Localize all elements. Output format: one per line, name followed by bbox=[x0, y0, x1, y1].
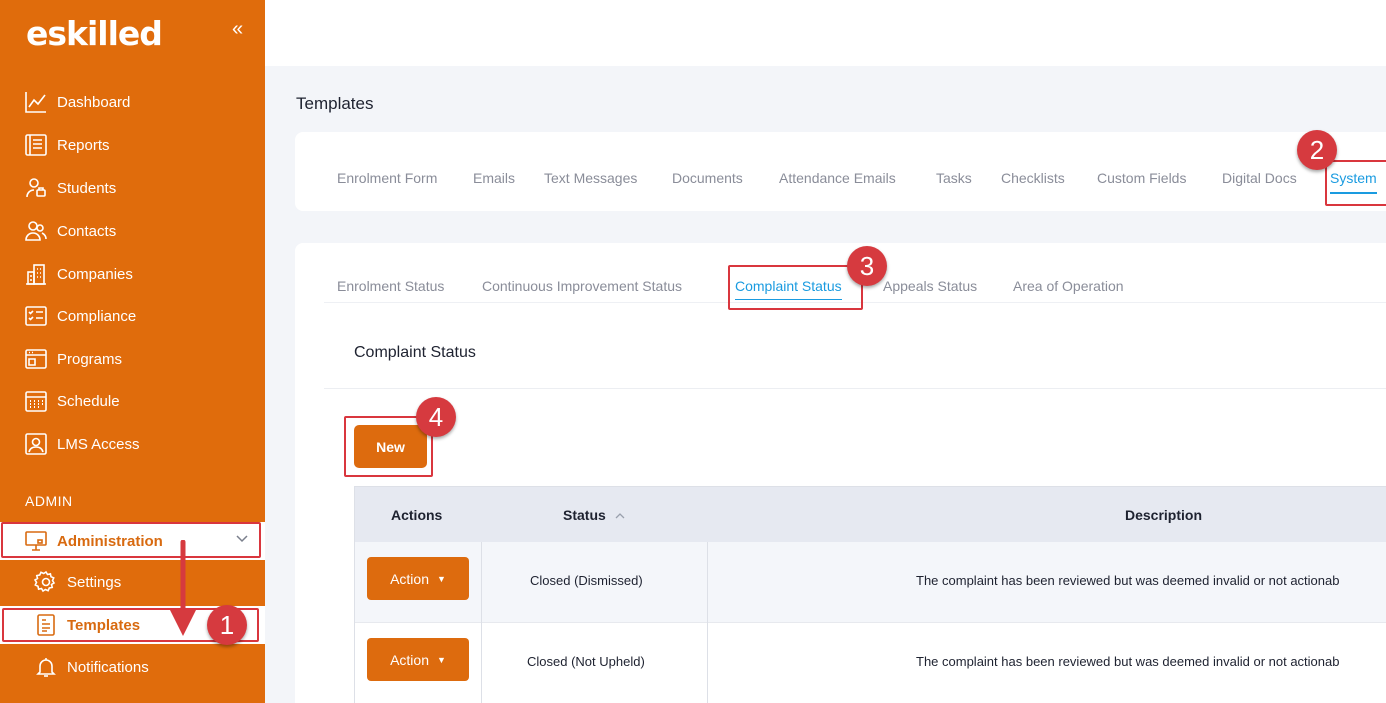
calendar-icon bbox=[25, 391, 47, 412]
column-header-actions: Actions bbox=[391, 507, 443, 523]
contacts-icon bbox=[25, 221, 47, 241]
top-bar bbox=[265, 0, 1386, 66]
sidebar-item-students[interactable]: Students bbox=[24, 173, 116, 203]
description-cell: The complaint has been reviewed but was … bbox=[916, 573, 1340, 588]
tab-custom-fields[interactable]: Custom Fields bbox=[1097, 170, 1186, 186]
report-icon bbox=[25, 134, 47, 156]
sidebar-item-programs[interactable]: Programs bbox=[24, 344, 122, 374]
table-header: Actions Status Description bbox=[355, 487, 1386, 542]
building-icon bbox=[26, 264, 46, 285]
status-cell: Closed (Dismissed) bbox=[530, 573, 643, 588]
tab-emails[interactable]: Emails bbox=[473, 170, 515, 186]
column-header-label: Status bbox=[563, 507, 606, 523]
sidebar-item-label: Notifications bbox=[67, 658, 149, 676]
subtab-appeals-status[interactable]: Appeals Status bbox=[883, 278, 977, 294]
user-screen-icon bbox=[25, 433, 47, 455]
sidebar-item-label: Students bbox=[57, 179, 117, 197]
annotation-badge-3: 3 bbox=[847, 246, 887, 286]
sidebar-item-companies[interactable]: Companies bbox=[24, 259, 133, 289]
annotation-badge-4: 4 bbox=[416, 397, 456, 437]
bell-icon bbox=[36, 658, 56, 677]
annotation-box-complaint-status bbox=[728, 265, 863, 310]
sidebar-item-label: LMS Access bbox=[57, 435, 140, 453]
sidebar: eskilled « Dashboard Reports Students Co… bbox=[0, 0, 265, 703]
column-header-status[interactable]: Status bbox=[563, 507, 625, 523]
sidebar-item-label: Programs bbox=[57, 350, 123, 368]
column-divider bbox=[481, 542, 482, 703]
description-cell: The complaint has been reviewed but was … bbox=[916, 654, 1340, 669]
tab-digital-docs[interactable]: Digital Docs bbox=[1222, 170, 1297, 186]
tab-text-messages[interactable]: Text Messages bbox=[544, 170, 637, 186]
caret-down-icon: ▼ bbox=[437, 573, 446, 584]
action-label: Action bbox=[390, 570, 429, 587]
complaint-status-table: Actions Status Description Action ▼ Clos… bbox=[354, 486, 1386, 703]
annotation-badge-1: 1 bbox=[207, 605, 247, 645]
window-icon bbox=[25, 349, 47, 369]
chart-line-icon bbox=[25, 92, 46, 113]
checklist-icon bbox=[25, 306, 47, 326]
annotation-box-system bbox=[1325, 160, 1386, 206]
sidebar-item-dashboard[interactable]: Dashboard bbox=[24, 87, 130, 117]
subtab-area-of-operation[interactable]: Area of Operation bbox=[1013, 278, 1124, 294]
tab-enrolment-form[interactable]: Enrolment Form bbox=[337, 170, 437, 186]
subtab-continuous-improvement-status[interactable]: Continuous Improvement Status bbox=[482, 278, 682, 294]
tab-attendance-emails[interactable]: Attendance Emails bbox=[779, 170, 896, 186]
sidebar-item-settings[interactable]: Settings bbox=[34, 567, 121, 597]
column-header-description: Description bbox=[1125, 507, 1203, 523]
action-dropdown-button[interactable]: Action ▼ bbox=[367, 557, 469, 600]
students-icon bbox=[26, 178, 46, 198]
double-chevron-left-icon[interactable]: « bbox=[232, 18, 243, 41]
sidebar-item-schedule[interactable]: Schedule bbox=[24, 386, 120, 416]
sidebar-item-contacts[interactable]: Contacts bbox=[24, 216, 116, 246]
subtab-enrolment-status[interactable]: Enrolment Status bbox=[337, 278, 444, 294]
table-row: Action ▼ Closed (Dismissed) The complain… bbox=[355, 542, 1386, 622]
sidebar-item-label: Reports bbox=[57, 136, 110, 154]
sidebar-item-label: Contacts bbox=[57, 222, 117, 240]
sidebar-item-label: Settings bbox=[67, 573, 122, 591]
section-divider bbox=[324, 388, 1386, 389]
sidebar-item-compliance[interactable]: Compliance bbox=[24, 301, 136, 331]
sidebar-item-label: Dashboard bbox=[57, 93, 131, 111]
tab-checklists[interactable]: Checklists bbox=[1001, 170, 1065, 186]
annotation-badge-2: 2 bbox=[1297, 130, 1337, 170]
sidebar-item-notifications[interactable]: Notifications bbox=[34, 652, 149, 682]
tab-documents[interactable]: Documents bbox=[672, 170, 743, 186]
section-title: Complaint Status bbox=[354, 344, 476, 361]
sidebar-item-label: Companies bbox=[57, 265, 133, 283]
eskilled-logo: eskilled bbox=[26, 14, 163, 53]
table-row: Action ▼ Closed (Not Upheld) The complai… bbox=[355, 623, 1386, 703]
caret-down-icon: ▼ bbox=[437, 654, 446, 665]
page-title: Templates bbox=[296, 94, 374, 113]
sidebar-item-reports[interactable]: Reports bbox=[24, 130, 110, 160]
sidebar-item-lms-access[interactable]: LMS Access bbox=[24, 429, 140, 459]
sidebar-item-label: Schedule bbox=[57, 392, 120, 410]
tab-tasks[interactable]: Tasks bbox=[936, 170, 972, 186]
action-label: Action bbox=[390, 651, 429, 668]
annotation-box-administration bbox=[1, 522, 261, 558]
admin-section-label: ADMIN bbox=[25, 493, 73, 509]
action-dropdown-button[interactable]: Action ▼ bbox=[367, 638, 469, 681]
status-cell: Closed (Not Upheld) bbox=[527, 654, 645, 669]
chevron-up-icon[interactable] bbox=[615, 512, 625, 520]
column-divider bbox=[707, 542, 708, 703]
gear-icon bbox=[34, 570, 56, 593]
sidebar-item-label: Compliance bbox=[57, 307, 137, 325]
